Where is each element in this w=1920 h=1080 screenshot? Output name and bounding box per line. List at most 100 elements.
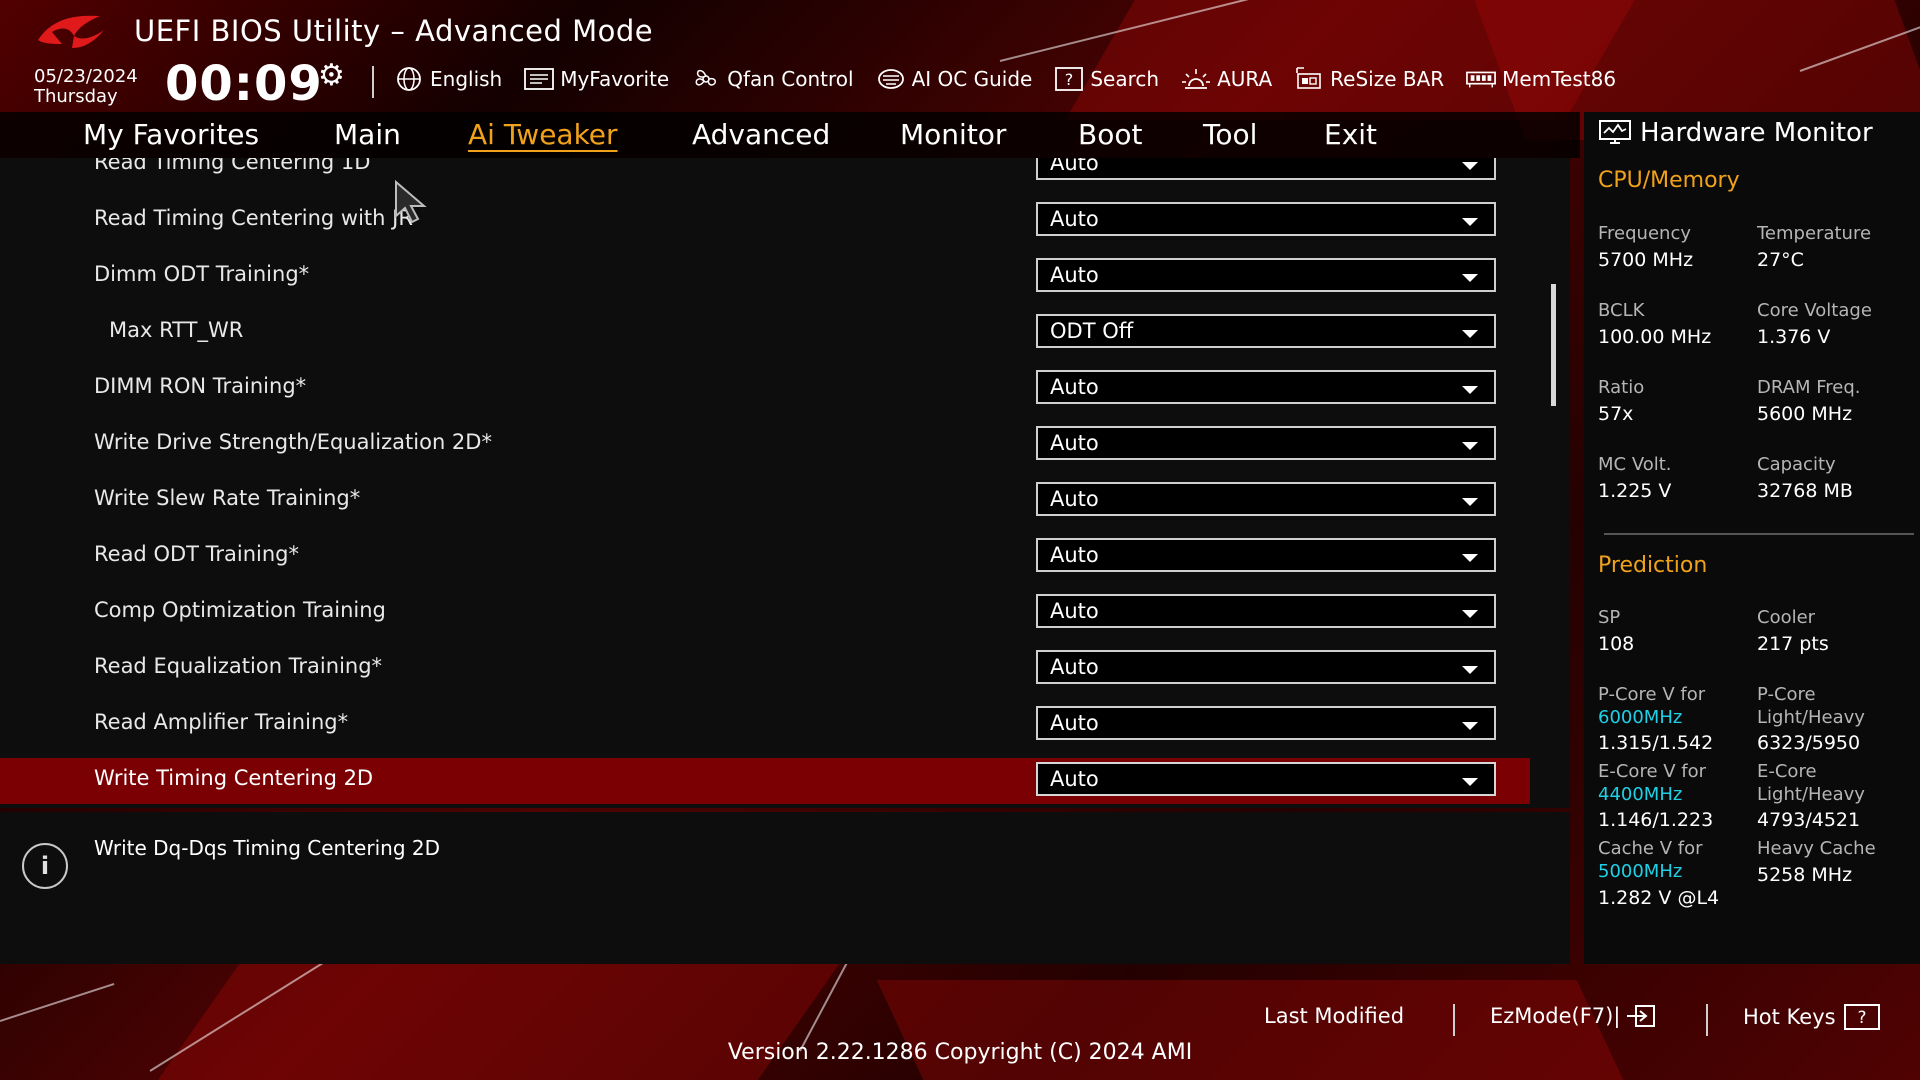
- setting-dropdown[interactable]: Auto: [1036, 426, 1496, 460]
- hw-value: 57x: [1598, 403, 1634, 425]
- toolbar-aura-button[interactable]: AURA: [1181, 64, 1272, 94]
- setting-row[interactable]: Read Equalization Training* Auto: [0, 646, 1530, 692]
- chevron-down-icon: [1462, 274, 1478, 282]
- setting-dropdown[interactable]: Auto: [1036, 706, 1496, 740]
- toolbar-resizebar-label: ReSize BAR: [1330, 67, 1445, 91]
- setting-dropdown[interactable]: Auto: [1036, 762, 1496, 796]
- setting-label: Dimm ODT Training*: [94, 262, 310, 286]
- settings-scrollbar[interactable]: [1551, 284, 1556, 406]
- hw-value: 32768 MB: [1757, 480, 1853, 502]
- setting-row[interactable]: Write Slew Rate Training* Auto: [0, 478, 1530, 524]
- tab-exit[interactable]: Exit: [1324, 118, 1377, 151]
- dropdown-value: Auto: [1050, 431, 1099, 455]
- hw-value: 4793/4521: [1757, 809, 1861, 831]
- chevron-down-icon: [1462, 162, 1478, 170]
- gear-icon[interactable]: ⚙: [318, 58, 345, 93]
- help-panel: i Write Dq-Dqs Timing Centering 2D: [0, 812, 1570, 964]
- hw-label: BCLK: [1598, 300, 1645, 321]
- hw-value: 6323/5950: [1757, 732, 1861, 754]
- setting-dropdown[interactable]: Auto: [1036, 258, 1496, 292]
- hw-label: Heavy Cache: [1757, 838, 1876, 859]
- hw-label: Cache V for: [1598, 838, 1703, 859]
- setting-dropdown[interactable]: Auto: [1036, 538, 1496, 572]
- hw-label: E-Core: [1757, 761, 1817, 782]
- setting-row[interactable]: Dimm ODT Training* Auto: [0, 254, 1530, 300]
- chevron-down-icon: [1462, 330, 1478, 338]
- app-title: UEFI BIOS Utility – Advanced Mode: [134, 14, 654, 48]
- toolbar-resizebar-button[interactable]: ReSize BAR: [1294, 64, 1444, 94]
- hot-keys-button[interactable]: Hot Keys ?: [1743, 1004, 1880, 1030]
- setting-label: Read Timing Centering 1D: [94, 158, 371, 174]
- setting-row[interactable]: Read Timing Centering 1D Auto: [0, 158, 1530, 188]
- hw-label: Core Voltage: [1757, 300, 1872, 321]
- version-text: Version 2.22.1286 Copyright (C) 2024 AMI: [727, 1040, 1193, 1065]
- setting-row[interactable]: Read Amplifier Training* Auto: [0, 702, 1530, 748]
- ezmode-label: EzMode(F7)|: [1490, 1004, 1621, 1028]
- ezmode-button[interactable]: EzMode(F7)|: [1490, 1004, 1656, 1028]
- setting-dropdown[interactable]: Auto: [1036, 482, 1496, 516]
- hw-value: 1.225 V: [1598, 480, 1672, 502]
- info-icon: i: [22, 843, 68, 889]
- tab-ai-tweaker[interactable]: Ai Tweaker: [468, 118, 618, 151]
- main-nav: My Favorites Main Ai Tweaker Advanced Mo…: [0, 112, 1580, 158]
- globe-icon: [394, 66, 424, 92]
- toolbar-aura-label: AURA: [1217, 67, 1273, 91]
- hw-value: 5700 MHz: [1598, 249, 1694, 271]
- toolbar-qfan-button[interactable]: Qfan Control: [691, 64, 854, 94]
- setting-dropdown[interactable]: ODT Off: [1036, 314, 1496, 348]
- setting-dropdown[interactable]: Auto: [1036, 370, 1496, 404]
- dropdown-value: Auto: [1050, 487, 1099, 511]
- chevron-down-icon: [1462, 778, 1478, 786]
- toolbar-english-button[interactable]: English: [394, 64, 502, 94]
- dropdown-value: Auto: [1050, 599, 1099, 623]
- tab-advanced[interactable]: Advanced: [692, 118, 830, 151]
- setting-row[interactable]: Read Timing Centering with JR Auto: [0, 198, 1530, 244]
- setting-row-selected[interactable]: Write Timing Centering 2D Auto: [0, 758, 1530, 804]
- clock-display[interactable]: 00:09: [165, 56, 323, 112]
- dropdown-value: Auto: [1050, 263, 1099, 287]
- toolbar-myfavorite-button[interactable]: MyFavorite: [524, 64, 669, 94]
- hw-label: Capacity: [1757, 454, 1836, 475]
- hw-value: 5258 MHz: [1757, 864, 1853, 886]
- toolbar-memtest-button[interactable]: MemTest86: [1466, 64, 1616, 94]
- setting-row[interactable]: DIMM RON Training* Auto: [0, 366, 1530, 412]
- tab-tool[interactable]: Tool: [1203, 118, 1257, 151]
- setting-label: Read Equalization Training*: [94, 654, 383, 678]
- hw-label: MC Volt.: [1598, 454, 1672, 475]
- hw-label: Cooler: [1757, 607, 1816, 628]
- setting-label: Write Timing Centering 2D: [94, 766, 374, 790]
- hw-value: 5600 MHz: [1757, 403, 1853, 425]
- toolbar-aioc-label: AI OC Guide: [911, 67, 1033, 91]
- prediction-section-title: Prediction: [1598, 553, 1708, 578]
- tab-my-favorites[interactable]: My Favorites: [83, 118, 259, 151]
- setting-label: Read ODT Training*: [94, 542, 300, 566]
- hardware-monitor-title: Hardware Monitor: [1598, 118, 1873, 148]
- rog-logo-icon: [38, 15, 104, 48]
- setting-label: Write Drive Strength/Equalization 2D*: [94, 430, 492, 454]
- setting-row[interactable]: Comp Optimization Training Auto: [0, 590, 1530, 636]
- tab-monitor[interactable]: Monitor: [900, 118, 1006, 151]
- setting-row[interactable]: Read ODT Training* Auto: [0, 534, 1530, 580]
- chevron-down-icon: [1462, 722, 1478, 730]
- footer-divider: [1453, 1004, 1455, 1036]
- hw-label: Temperature: [1757, 223, 1872, 244]
- setting-row[interactable]: Write Drive Strength/Equalization 2D* Au…: [0, 422, 1530, 468]
- setting-dropdown[interactable]: Auto: [1036, 158, 1496, 180]
- setting-label: Read Amplifier Training*: [94, 710, 349, 734]
- hw-label: Light/Heavy: [1757, 707, 1865, 728]
- toolbar-aioc-button[interactable]: AI OC Guide: [876, 64, 1033, 94]
- tab-main[interactable]: Main: [334, 118, 401, 151]
- setting-dropdown[interactable]: Auto: [1036, 650, 1496, 684]
- setting-row[interactable]: Max RTT_WR ODT Off: [0, 310, 1530, 356]
- hw-value: 1.376 V: [1757, 326, 1831, 348]
- svg-text:?: ?: [1065, 70, 1074, 89]
- toolbar-search-button[interactable]: ? Search: [1054, 64, 1159, 94]
- hw-freq-label: 5000MHz: [1598, 861, 1683, 882]
- hw-value: 1.315/1.542: [1598, 732, 1714, 754]
- setting-dropdown[interactable]: Auto: [1036, 594, 1496, 628]
- favorite-list-icon: [524, 66, 555, 92]
- setting-dropdown[interactable]: Auto: [1036, 202, 1496, 236]
- hw-label: Light/Heavy: [1757, 784, 1865, 805]
- tab-boot[interactable]: Boot: [1078, 118, 1142, 151]
- last-modified-button[interactable]: Last Modified: [1264, 1004, 1404, 1028]
